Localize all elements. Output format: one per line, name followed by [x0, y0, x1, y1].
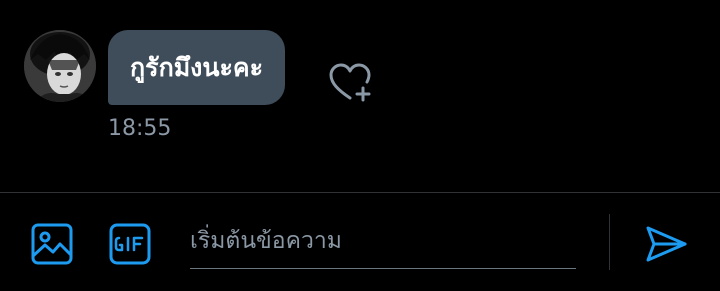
composer-divider [0, 192, 720, 193]
image-icon [31, 223, 73, 265]
avatar-photo [24, 30, 96, 102]
react-button[interactable] [326, 60, 374, 104]
send-divider [609, 214, 610, 270]
avatar[interactable] [24, 30, 96, 102]
message-bubble[interactable]: กูรักมึงนะคะ [108, 30, 286, 105]
add-image-button[interactable] [28, 220, 76, 268]
send-icon [646, 226, 687, 262]
send-button[interactable] [642, 220, 690, 268]
heart-plus-icon [329, 63, 371, 102]
message-timestamp: 18:55 [108, 116, 172, 141]
gif-icon [109, 223, 151, 265]
message-input-wrapper [190, 214, 576, 269]
message-text: กูรักมึงนะคะ [130, 52, 264, 82]
add-gif-button[interactable] [106, 220, 154, 268]
message-input[interactable] [190, 214, 576, 268]
